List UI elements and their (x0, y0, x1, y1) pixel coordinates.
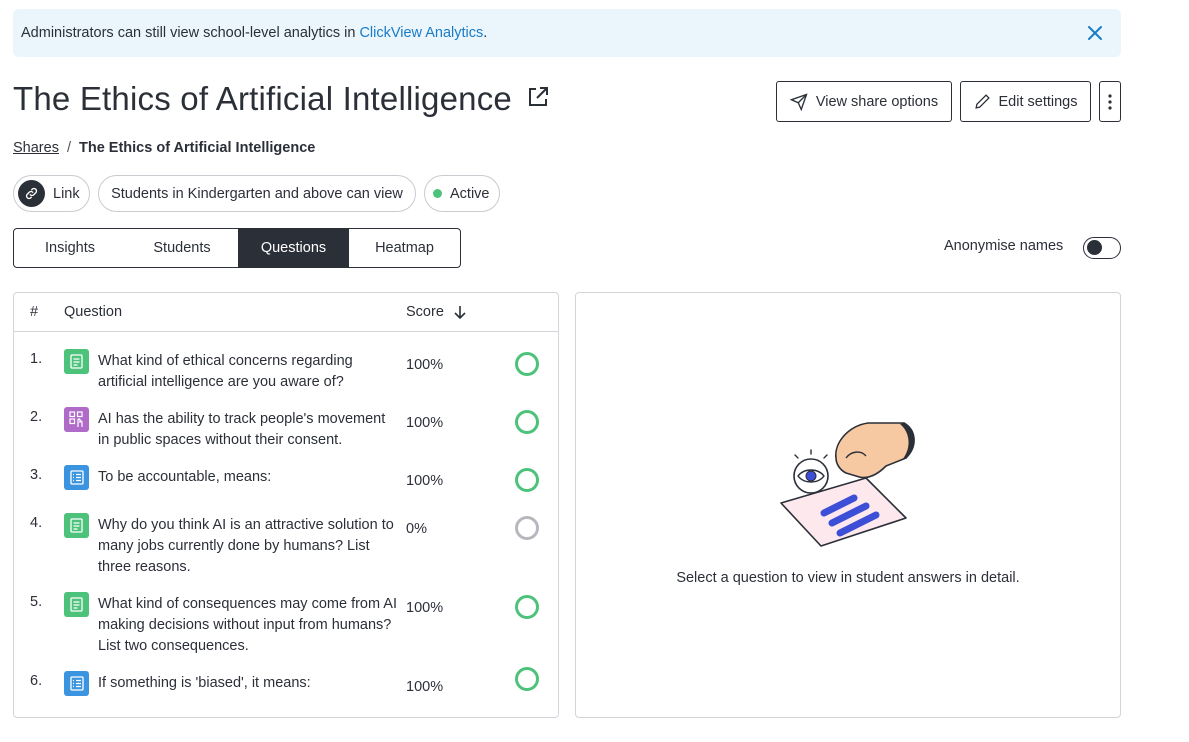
anonymise-names-toggle[interactable] (1083, 237, 1121, 259)
row-number: 5. (30, 594, 43, 610)
link-icon (18, 180, 45, 207)
more-options-button[interactable] (1099, 81, 1121, 122)
row-number: 1. (30, 351, 43, 367)
link-chip-label: Link (53, 185, 80, 202)
edit-settings-label: Edit settings (998, 93, 1078, 110)
external-link-icon[interactable] (526, 85, 550, 109)
completion-ring (515, 352, 539, 376)
more-vertical-icon (1108, 93, 1112, 110)
questions-table: # Question Score 1. What kind of ethical… (13, 292, 559, 718)
row-number: 3. (30, 467, 43, 483)
tab-heatmap[interactable]: Heatmap (349, 229, 460, 267)
breadcrumb-current: The Ethics of Artificial Intelligence (78, 140, 316, 156)
column-header-score[interactable]: Score (406, 304, 466, 320)
clickview-analytics-link[interactable]: ClickView Analytics (359, 25, 483, 41)
document-icon (64, 513, 89, 538)
audience-chip-label: Students in Kindergarten and above can v… (111, 185, 403, 202)
completion-ring (515, 667, 539, 691)
table-row[interactable]: 3. To be accountable, means: 100% (14, 465, 558, 507)
score-header-label: Score (406, 304, 444, 320)
tab-insights[interactable]: Insights (14, 229, 126, 267)
page-title-row: The Ethics of Artificial Intelligence (13, 80, 550, 118)
column-header-question: Question (64, 304, 123, 320)
question-text: What kind of consequences may come from … (98, 596, 397, 654)
question-text: Why do you think AI is an attractive sol… (98, 517, 394, 575)
question-text: If something is 'biased', it means: (98, 675, 311, 691)
tab-students[interactable]: Students (126, 229, 238, 267)
completion-ring (515, 468, 539, 492)
table-row[interactable]: 5. What kind of consequences may come fr… (14, 592, 558, 664)
breadcrumb-shares-link[interactable]: Shares (13, 140, 59, 156)
question-score: 100% (406, 679, 444, 695)
list-icon (64, 465, 89, 490)
table-row[interactable]: 1. What kind of ethical concerns regardi… (14, 349, 558, 401)
send-icon (789, 92, 808, 111)
tab-questions[interactable]: Questions (238, 229, 349, 267)
anonymise-names-label: Anonymise names (944, 238, 1064, 254)
breadcrumb: Shares / The Ethics of Artificial Intell… (13, 140, 315, 156)
audience-chip: Students in Kindergarten and above can v… (98, 175, 416, 212)
question-score: 100% (406, 415, 444, 431)
question-text: To be accountable, means: (98, 469, 272, 485)
question-text: What kind of ethical concerns regarding … (98, 353, 353, 390)
banner-period: . (483, 25, 488, 41)
toggle-knob (1087, 240, 1102, 255)
completion-ring (515, 595, 539, 619)
pencil-icon (974, 94, 990, 109)
question-score: 0% (406, 521, 427, 537)
view-tabs: Insights Students Questions Heatmap (13, 228, 461, 268)
table-row[interactable]: 6. If something is 'biased', it means: 1… (14, 667, 558, 709)
sort-down-arrow-icon (454, 306, 466, 319)
view-share-options-button[interactable]: View share options (776, 81, 952, 122)
table-row[interactable]: 4. Why do you think AI is an attractive … (14, 513, 558, 585)
link-chip: Link (13, 175, 90, 212)
question-score: 100% (406, 357, 444, 373)
table-row[interactable]: 2. AI has the ability to track people's … (14, 407, 558, 459)
document-icon (64, 592, 89, 617)
row-number: 6. (30, 673, 43, 689)
question-text: AI has the ability to track people's mov… (98, 411, 386, 448)
close-icon[interactable] (1085, 23, 1105, 43)
list-icon (64, 671, 89, 696)
select-question-illustration (780, 422, 915, 547)
row-number: 2. (30, 409, 43, 425)
view-share-options-label: View share options (815, 93, 939, 110)
status-dot (433, 189, 442, 198)
document-icon (64, 349, 89, 374)
banner-text: Administrators can still view school-lev… (21, 25, 356, 41)
completion-ring (515, 410, 539, 434)
table-header: # Question Score (14, 293, 558, 332)
breadcrumb-separator: / (66, 140, 71, 156)
question-score: 100% (406, 600, 444, 616)
column-header-number: # (30, 304, 39, 320)
page-title: The Ethics of Artificial Intelligence (13, 80, 512, 117)
completion-ring (515, 516, 539, 540)
row-number: 4. (30, 515, 43, 531)
edit-settings-button[interactable]: Edit settings (960, 81, 1091, 122)
question-score: 100% (406, 473, 444, 489)
drag-drop-icon (64, 407, 89, 432)
status-badge: Active (424, 175, 500, 212)
status-label: Active (450, 185, 490, 202)
info-banner: Administrators can still view school-lev… (13, 9, 1121, 57)
question-detail-panel: Select a question to view in student ans… (575, 292, 1121, 718)
select-question-message: Select a question to view in student ans… (676, 570, 1020, 586)
